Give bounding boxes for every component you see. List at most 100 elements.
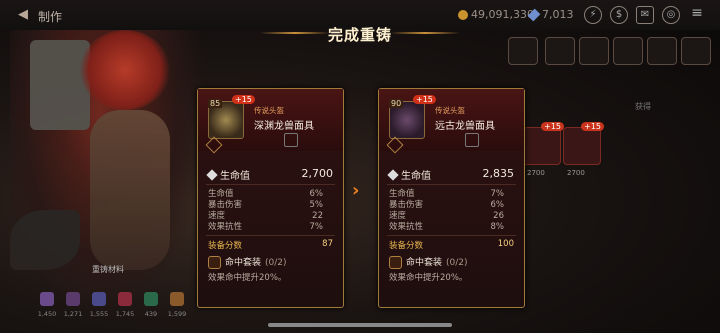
main-stat-label: 生命值 (220, 171, 250, 182)
substats: 生命值 7% 暴击伤害 6% 速度 26 效果抗性 8% (389, 189, 504, 233)
before-equipment-card: 85 +15 传说头盔 深渊龙兽面具 生命值 2,700 生命值 6% 暴击伤害 5… (197, 88, 344, 308)
main-stat-label: 生命值 (401, 171, 431, 182)
substat-label: 速度 (208, 211, 226, 221)
character-body (90, 110, 170, 270)
divider (387, 235, 516, 236)
main-stat: 生命值 2,700 (206, 167, 334, 182)
score-label: 装备分数 (389, 241, 424, 251)
divider (206, 235, 335, 236)
health-icon (206, 169, 218, 181)
substat-value: 5% (309, 200, 324, 210)
score-label: 装备分数 (208, 241, 243, 251)
substat-row: 效果抗性 8% (389, 222, 504, 233)
lock-icon[interactable] (284, 133, 298, 147)
inventory-item-value: 2700 (527, 169, 545, 177)
equipment-level: 85 (208, 99, 223, 108)
home-indicator[interactable] (268, 323, 452, 327)
stamina-icon[interactable]: ⚡ (584, 6, 602, 24)
material-icon (144, 292, 158, 306)
material-icon (118, 292, 132, 306)
equipment-name: 远古龙兽面具 (435, 121, 495, 132)
health-icon (387, 169, 399, 181)
gold-counter: 49,091,330 (458, 8, 534, 21)
materials-label: 重铸材料 (92, 265, 124, 274)
lock-icon[interactable] (465, 133, 479, 147)
inventory-item[interactable]: +15 (563, 122, 604, 165)
enhance-badge: +15 (413, 95, 436, 104)
crystal-counter: 7,013 (527, 8, 574, 22)
after-equipment-card: 90 +15 传说头盔 远古龙兽面具 生命值 2,835 生命值 7% 暴击伤害 6… (378, 88, 525, 308)
shop-icon[interactable]: $ (610, 6, 628, 24)
necklace-filter-icon[interactable] (647, 37, 677, 65)
material-count: 1,599 (167, 310, 187, 318)
score-value: 87 (322, 239, 333, 249)
character-hair (80, 30, 170, 110)
substat-value: 6% (309, 189, 324, 199)
material-icon (40, 292, 54, 306)
substat-label: 速度 (389, 211, 407, 221)
material-icon (92, 292, 106, 306)
substats: 生命值 6% 暴击伤害 5% 速度 22 效果抗性 7% (208, 189, 323, 233)
page-title: 制作 (38, 10, 63, 24)
equipment-score: 装备分数 87 (208, 239, 333, 251)
substat-value: 8% (490, 222, 505, 232)
equipment-level: 90 (389, 99, 404, 108)
equipment-rarity: 传说头盔 (435, 106, 465, 115)
substat-row: 速度 26 (389, 211, 504, 222)
main-stat-value: 2,700 (301, 167, 334, 180)
substat-row: 暴击伤害 5% (208, 200, 323, 211)
substat-label: 暴击伤害 (389, 200, 424, 210)
back-arrow-icon[interactable]: ◀ (18, 7, 28, 22)
substat-label: 效果抗性 (208, 222, 243, 232)
substat-value: 22 (312, 211, 323, 221)
enhance-badge: +15 (232, 95, 255, 104)
gold-value: 49,091,330 (471, 8, 534, 21)
material-icon (170, 292, 184, 306)
score-value: 100 (497, 239, 514, 249)
enhance-badge: +15 (541, 122, 564, 131)
substat-value: 6% (490, 200, 505, 210)
set-count: (0/2) (446, 258, 468, 268)
helmet-filter-icon[interactable] (579, 37, 609, 65)
chevron-right-icon: › (352, 180, 360, 201)
hammer-prop (30, 40, 90, 130)
armor-filter-icon[interactable] (613, 37, 643, 65)
mail-icon[interactable]: ✉ (636, 6, 654, 24)
set-name: 命中套装 (406, 258, 443, 268)
substat-row: 速度 22 (208, 211, 323, 222)
inventory-item[interactable]: +15 (523, 122, 564, 165)
set-info: 命中套装 (0/2) (208, 255, 333, 269)
equipment-rarity: 传说头盔 (254, 106, 284, 115)
main-stat: 生命值 2,835 (387, 167, 515, 182)
set-count: (0/2) (265, 258, 287, 268)
weapon-filter-icon[interactable] (545, 37, 575, 65)
material-count: 1,745 (115, 310, 135, 318)
substat-row: 生命值 6% (208, 189, 323, 200)
material-count: 439 (144, 310, 158, 318)
substat-label: 生命值 (208, 189, 234, 199)
substat-row: 生命值 7% (389, 189, 504, 200)
ring-filter-icon[interactable] (681, 37, 711, 65)
main-stat-value: 2,835 (482, 167, 515, 180)
completion-banner: 完成重铸 (260, 10, 460, 50)
menu-icon[interactable]: ≡ (688, 6, 706, 24)
substat-value: 26 (493, 211, 504, 221)
equipment-score: 装备分数 100 (389, 239, 514, 251)
divider (206, 184, 335, 185)
equipment-name: 深渊龙兽面具 (254, 121, 314, 132)
chat-icon[interactable]: ◎ (662, 6, 680, 24)
hit-set-icon (208, 256, 221, 269)
hit-set-icon (389, 256, 402, 269)
material-count: 1,271 (63, 310, 83, 318)
feather-filter-icon[interactable] (508, 37, 538, 65)
sort-dropdown[interactable]: 获得 (635, 101, 651, 112)
banner-title: 完成重铸 (327, 26, 392, 44)
character-illustration (10, 20, 210, 320)
set-effect: 效果命中提升20%。 (389, 273, 468, 283)
substat-row: 暴击伤害 6% (389, 200, 504, 211)
crystal-icon (527, 8, 541, 22)
substat-value: 7% (490, 189, 505, 199)
enhance-badge: +15 (581, 122, 604, 131)
material-count: 1,555 (89, 310, 109, 318)
set-info: 命中套装 (0/2) (389, 255, 514, 269)
